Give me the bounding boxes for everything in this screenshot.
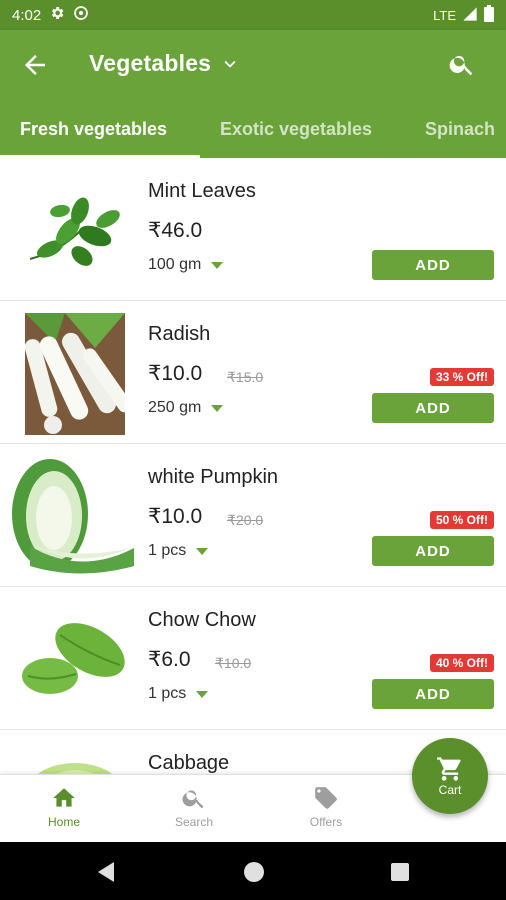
add-button[interactable]: ADD bbox=[372, 536, 494, 566]
product-image-radish bbox=[14, 313, 136, 435]
product-list: Mint Leaves ₹46.0 100 gm ADD Radish ₹10.… bbox=[0, 158, 506, 774]
recents-square-icon bbox=[391, 863, 409, 881]
add-button[interactable]: ADD bbox=[372, 250, 494, 280]
home-icon bbox=[53, 788, 75, 807]
unit-label: 1 pcs bbox=[148, 685, 187, 702]
add-button[interactable]: ADD bbox=[372, 393, 494, 423]
discount-badge: 33 % Off! bbox=[429, 368, 494, 386]
system-recents-button[interactable] bbox=[390, 862, 410, 887]
tab-spinach[interactable]: Spinach bbox=[425, 100, 495, 158]
tab-fresh-vegetables[interactable]: Fresh vegetables bbox=[20, 100, 167, 158]
nav-home-label: Home bbox=[47, 815, 80, 829]
product-image-white-pumpkin bbox=[10, 456, 136, 578]
nav-offers[interactable]: Offers bbox=[276, 785, 376, 829]
dropdown-caret-icon bbox=[211, 404, 224, 412]
status-bar: 4:02 LTE bbox=[0, 0, 506, 30]
tag-icon bbox=[315, 787, 337, 809]
add-button[interactable]: ADD bbox=[372, 679, 494, 709]
product-mrp: ₹15.0 bbox=[227, 369, 264, 385]
product-row[interactable]: Radish ₹10.0 ₹15.0 33 % Off! 250 gm ADD bbox=[0, 301, 506, 444]
product-price: ₹6.0 bbox=[148, 648, 191, 671]
unit-label: 1 pcs bbox=[148, 542, 187, 559]
page-title: Vegetables bbox=[89, 50, 212, 76]
nav-offers-label: Offers bbox=[309, 815, 343, 829]
discount-badge: 40 % Off! bbox=[429, 654, 494, 672]
product-mrp: ₹20.0 bbox=[227, 512, 264, 528]
app-bar: Vegetables Fresh vegetables Exotic veget… bbox=[0, 30, 506, 158]
battery-icon bbox=[484, 5, 494, 25]
product-image-chow-chow bbox=[14, 599, 136, 721]
unit-selector[interactable]: 100 gm bbox=[148, 256, 224, 274]
system-navigation-bar bbox=[0, 842, 506, 900]
search-button[interactable] bbox=[448, 50, 478, 80]
product-name: Radish bbox=[148, 323, 211, 345]
status-time: 4:02 bbox=[12, 6, 42, 24]
chevron-down-icon bbox=[224, 60, 236, 68]
discount-badge: 50 % Off! bbox=[429, 511, 494, 529]
product-name: Chow Chow bbox=[148, 609, 256, 631]
unit-label: 100 gm bbox=[148, 256, 202, 273]
settings-icon bbox=[49, 5, 65, 25]
back-arrow-icon bbox=[25, 55, 45, 75]
product-row[interactable]: Mint Leaves ₹46.0 100 gm ADD bbox=[0, 158, 506, 301]
product-mrp: ₹10.0 bbox=[215, 655, 252, 671]
product-name: white Pumpkin bbox=[148, 466, 279, 488]
lte-signal-icon bbox=[462, 6, 478, 25]
product-price: ₹10.0 bbox=[148, 505, 203, 528]
product-row[interactable]: white Pumpkin ₹10.0 ₹20.0 50 % Off! 1 pc… bbox=[0, 444, 506, 587]
unit-label: 250 gm bbox=[148, 399, 202, 416]
cart-button[interactable]: Cart bbox=[412, 738, 488, 814]
sync-icon bbox=[73, 5, 89, 25]
cart-icon bbox=[437, 757, 461, 781]
nav-home[interactable]: Home bbox=[14, 785, 114, 829]
nav-search[interactable]: Search bbox=[144, 785, 244, 829]
product-price: ₹10.0 bbox=[148, 362, 203, 385]
back-triangle-icon bbox=[98, 862, 114, 882]
tab-exotic-vegetables[interactable]: Exotic vegetables bbox=[220, 100, 372, 158]
category-tabs: Fresh vegetables Exotic vegetables Spina… bbox=[0, 100, 506, 158]
toolbar: Vegetables bbox=[0, 30, 506, 100]
unit-selector[interactable]: 250 gm bbox=[148, 399, 224, 417]
system-back-button[interactable] bbox=[96, 861, 116, 888]
unit-selector[interactable]: 1 pcs bbox=[148, 542, 209, 560]
product-row[interactable]: Chow Chow ₹6.0 ₹10.0 40 % Off! 1 pcs ADD bbox=[0, 587, 506, 730]
dropdown-caret-icon bbox=[196, 690, 209, 698]
product-image-mint bbox=[14, 170, 136, 292]
system-home-button[interactable] bbox=[243, 861, 265, 888]
search-icon bbox=[182, 790, 204, 809]
search-icon bbox=[449, 55, 473, 76]
product-name: Cabbage bbox=[148, 752, 230, 774]
category-selector[interactable]: Vegetables bbox=[89, 50, 241, 77]
product-price: ₹46.0 bbox=[148, 219, 203, 242]
unit-selector[interactable]: 1 pcs bbox=[148, 685, 209, 703]
home-circle-icon bbox=[244, 862, 264, 882]
dropdown-caret-icon bbox=[196, 547, 209, 555]
back-button[interactable] bbox=[20, 50, 50, 80]
nav-search-label: Search bbox=[174, 815, 214, 829]
product-image-cabbage bbox=[14, 742, 136, 774]
dropdown-caret-icon bbox=[211, 261, 224, 269]
product-name: Mint Leaves bbox=[148, 180, 256, 202]
cart-label: Cart bbox=[438, 783, 462, 797]
network-type: LTE bbox=[433, 7, 456, 23]
